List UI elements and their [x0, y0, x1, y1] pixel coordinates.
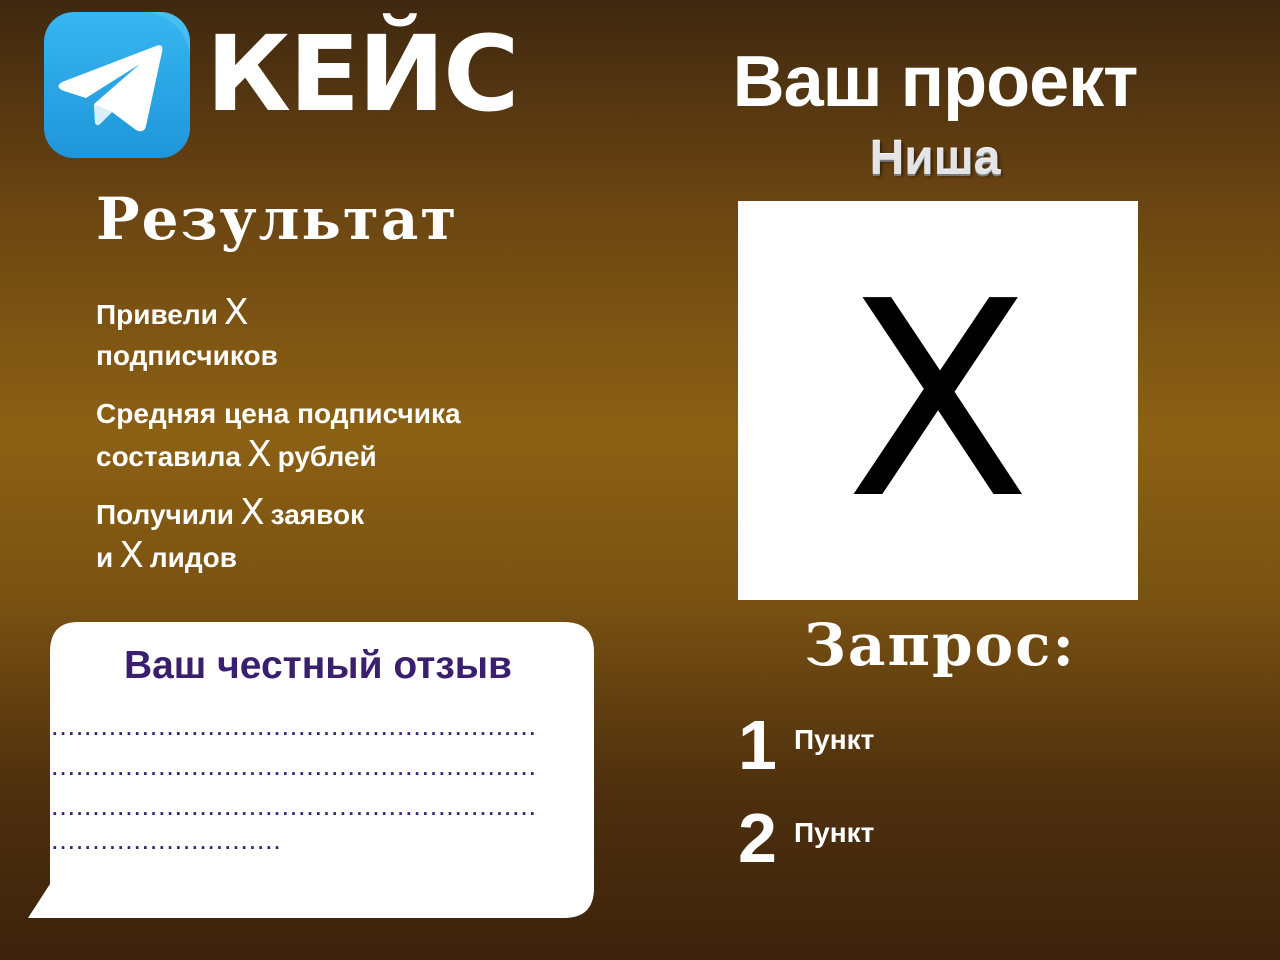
placeholder-x: X — [246, 434, 272, 475]
result-item-text: лидов — [149, 542, 237, 573]
request-heading: Запрос: — [804, 611, 1076, 679]
result-item-subscribers: Привели X подписчиков — [96, 292, 278, 376]
result-item-text: подписчиков — [96, 340, 278, 371]
request-item-number: 1 — [738, 706, 777, 784]
review-title: Ваш честный отзыв — [123, 644, 513, 687]
result-item-price: Средняя цена подписчика составила Xрублей — [96, 393, 461, 477]
request-item: 2 Пункт — [738, 803, 874, 873]
case-title: КЕЙС — [206, 13, 519, 135]
request-item-number: 2 — [738, 799, 777, 877]
placeholder-x: X — [845, 242, 1031, 558]
result-item-text: и — [96, 542, 114, 573]
project-title: Ваш проект — [732, 42, 1139, 122]
project-image-placeholder: X — [738, 201, 1138, 600]
placeholder-x: X — [119, 535, 144, 576]
review-dotted-line: ........................................… — [50, 722, 536, 738]
niche-label: Ниша — [869, 132, 1001, 185]
telegram-icon — [44, 12, 191, 158]
request-item: 1 Пункт — [738, 710, 874, 780]
result-item-text: Получили — [96, 499, 234, 530]
review-dotted-line: ........................................… — [50, 802, 536, 818]
result-item-text: Привели — [96, 299, 218, 330]
placeholder-x: X — [240, 492, 265, 533]
review-dotted-line: ........................................… — [50, 762, 536, 778]
result-item-text: заявок — [270, 499, 365, 530]
result-item-text: составила — [96, 441, 241, 472]
result-item-text: рублей — [277, 441, 377, 472]
placeholder-x: X — [223, 292, 249, 333]
review-dotted-line: ............................ — [50, 836, 281, 852]
review-bubble: Ваш честный отзыв ......................… — [28, 622, 594, 918]
result-item-leads: Получили Xзаявок и Xлидов — [96, 492, 364, 578]
result-heading: Результат — [96, 185, 459, 253]
result-item-text: Средняя цена подписчика — [96, 398, 461, 429]
request-item-label: Пункт — [794, 817, 875, 848]
request-item-label: Пункт — [794, 724, 875, 755]
